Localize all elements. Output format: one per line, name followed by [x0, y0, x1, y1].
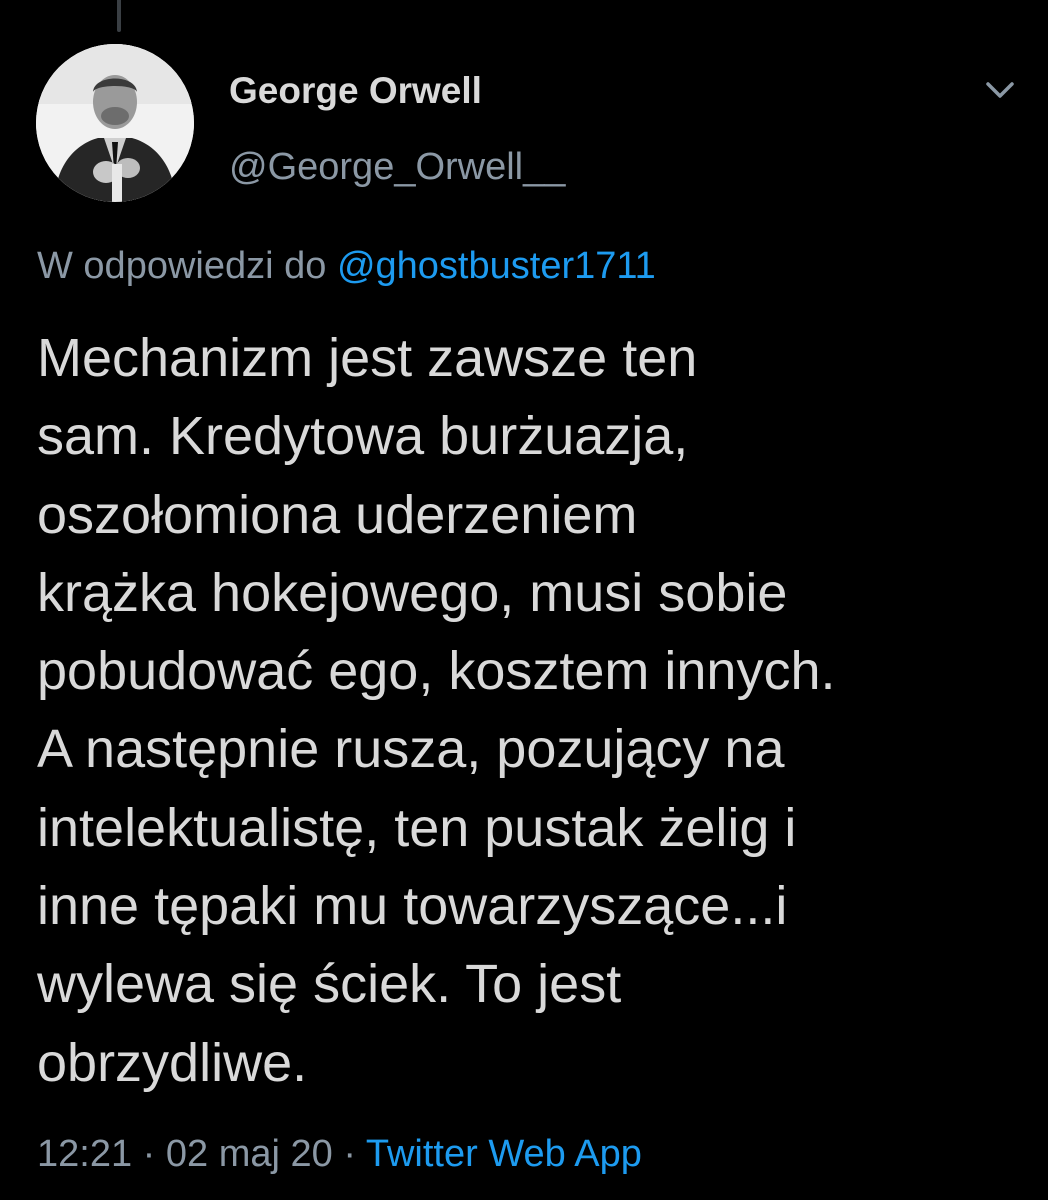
chevron-down-icon[interactable] — [980, 74, 1020, 106]
avatar[interactable] — [36, 44, 194, 202]
tweet-text-line: A następnie rusza, pozujący na — [37, 719, 785, 780]
tweet-text-line: sam. Kredytowa burżuazja, — [37, 406, 689, 467]
reply-prefix: W odpowiedzi do — [37, 245, 327, 287]
avatar-photo — [36, 44, 194, 202]
tweet-text-line: pobudować ego, kosztem innych. — [37, 641, 836, 702]
tweet-source-link[interactable]: Twitter Web App — [366, 1133, 642, 1175]
tweet-time[interactable]: 12:21 — [37, 1133, 132, 1175]
tweet-text-line: intelektualistę, ten pustak żelig i — [37, 797, 797, 858]
reply-context: W odpowiedzi do @ghostbuster1711 — [37, 245, 656, 288]
thread-connector-line — [117, 0, 121, 32]
author-name[interactable]: George Orwell — [229, 70, 482, 112]
tweet-text-line: obrzydliwe. — [37, 1032, 308, 1093]
author-handle[interactable]: @George_Orwell__ — [229, 146, 565, 189]
meta-separator: · — [142, 1133, 156, 1175]
tweet-text-line: oszołomiona uderzeniem — [37, 484, 638, 545]
tweet-date[interactable]: 02 maj 20 — [166, 1133, 333, 1175]
tweet-metadata: 12:21 · 02 maj 20 · Twitter Web App — [37, 1133, 642, 1176]
tweet-text-line: wylewa się ściek. To jest — [37, 954, 622, 1015]
tweet-text-line: Mechanizm jest zawsze ten — [37, 328, 698, 388]
tweet-text: Mechanizm jest zawsze ten sam. Kredytowa… — [37, 319, 1037, 1102]
tweet-text-line: inne tępaki mu towarzyszące...i — [37, 876, 788, 937]
meta-separator: · — [343, 1133, 356, 1175]
tweet-text-line: krążka hokejowego, musi sobie — [37, 562, 788, 623]
reply-mention-link[interactable]: @ghostbuster1711 — [337, 245, 656, 287]
